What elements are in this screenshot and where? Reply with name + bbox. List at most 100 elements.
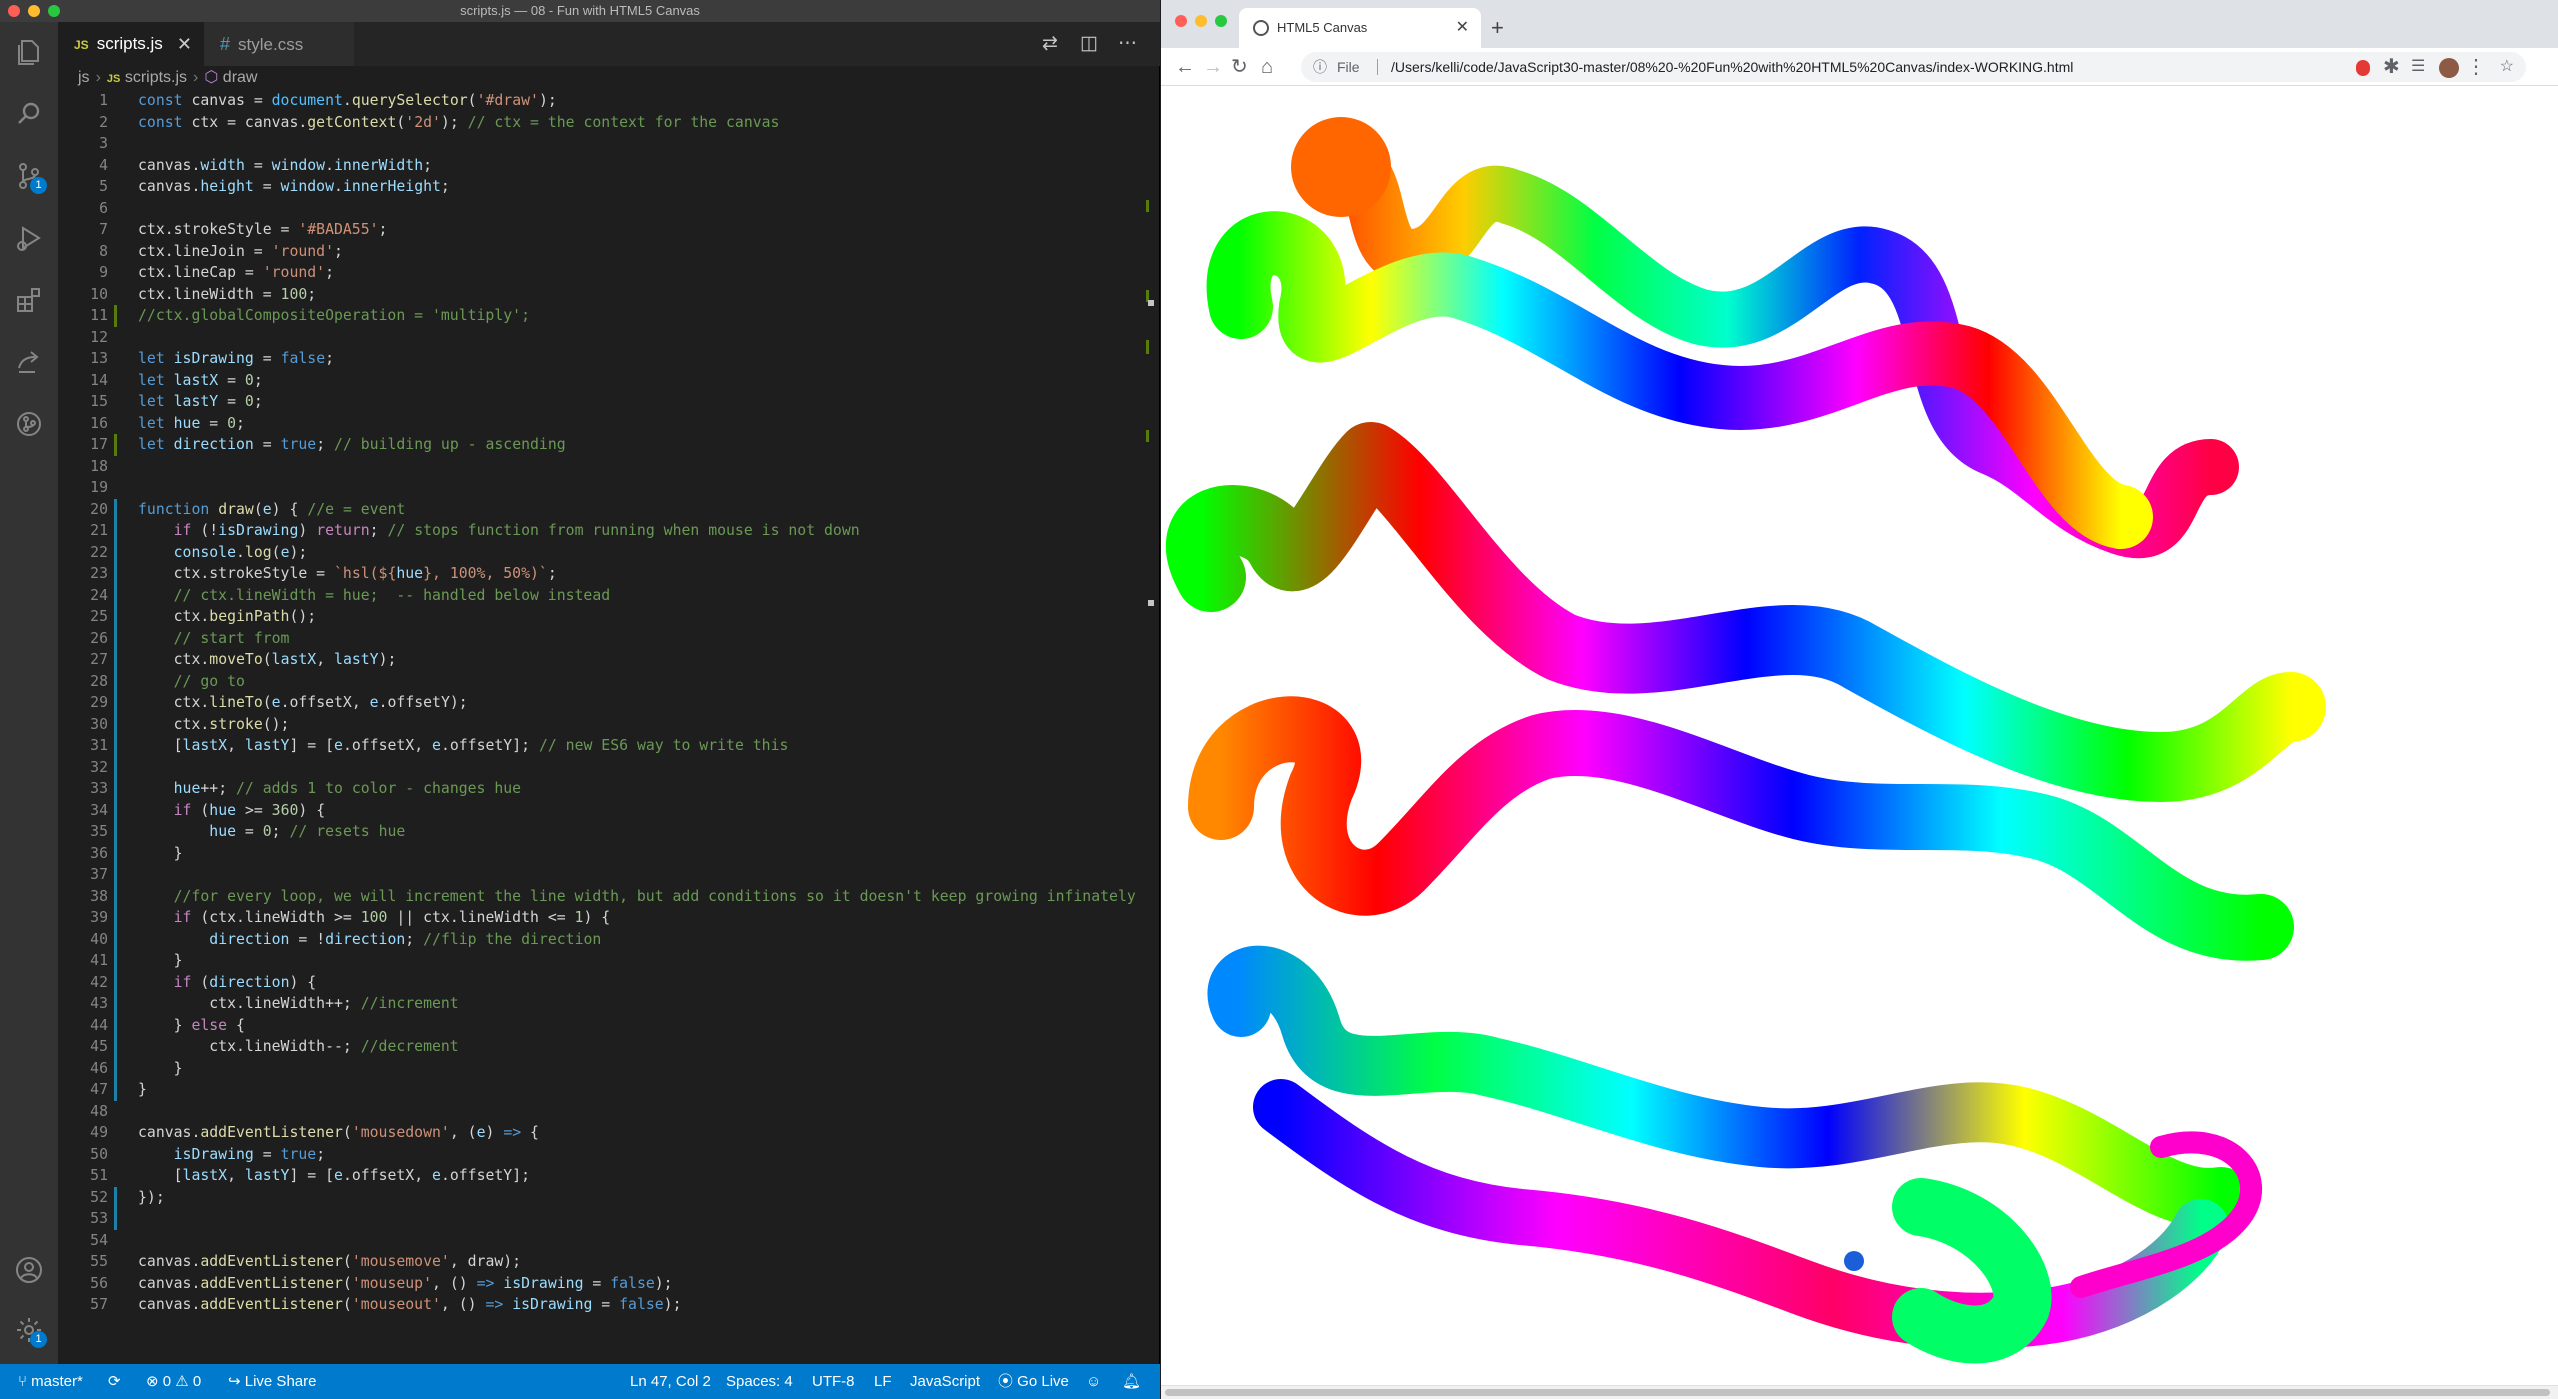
code-line[interactable]: 35 hue = 0; // resets hue <box>58 821 1148 843</box>
close-tab-icon[interactable]: ✕ <box>1456 8 1469 48</box>
gutter-change-marker[interactable] <box>114 713 117 735</box>
settings-gear-icon[interactable]: 1 <box>13 1314 47 1348</box>
code-line[interactable]: 31 [lastX, lastY] = [e.offsetX, e.offset… <box>58 735 1148 757</box>
back-icon[interactable]: ← <box>1175 48 1195 86</box>
code-line[interactable]: 44 } else { <box>58 1014 1148 1036</box>
gutter-change-marker[interactable] <box>114 993 117 1015</box>
close-tab-icon[interactable]: ✕ <box>177 22 192 66</box>
code-line[interactable]: 11 //ctx.globalCompositeOperation = 'mult… <box>58 305 1148 327</box>
open-changes-icon[interactable]: ⇄ <box>1042 22 1058 66</box>
go-live-button[interactable]: ⦿ Go Live <box>998 1364 1069 1399</box>
gutter-change-marker[interactable] <box>114 735 117 757</box>
language-mode[interactable]: JavaScript <box>910 1364 980 1399</box>
gutter-change-marker[interactable] <box>114 563 117 585</box>
scrollbar-thumb[interactable] <box>1165 1389 2550 1396</box>
code-line[interactable]: 54 <box>58 1230 1148 1252</box>
code-line[interactable]: 52}); <box>58 1186 1148 1208</box>
indentation[interactable]: Spaces: 4 <box>726 1364 793 1399</box>
code-line[interactable]: 6 <box>58 198 1148 220</box>
code-line[interactable]: 13 let isDrawing = false; <box>58 348 1148 370</box>
gutter-change-marker[interactable] <box>114 1079 117 1101</box>
gutter-change-marker[interactable] <box>114 950 117 972</box>
code-line[interactable]: 37 <box>58 864 1148 886</box>
accounts-icon[interactable] <box>13 1254 45 1286</box>
gutter-change-marker[interactable] <box>114 606 117 628</box>
gutter-change-marker[interactable] <box>114 799 117 821</box>
more-actions-icon[interactable]: ⋯ <box>1118 22 1137 66</box>
gutter-change-marker[interactable] <box>114 1208 117 1230</box>
problems-indicator[interactable]: ⊗ 0 ⚠ 0 <box>146 1364 201 1399</box>
maximize-window-button[interactable] <box>48 5 60 17</box>
code-line[interactable]: 15 let lastY = 0; <box>58 391 1148 413</box>
extensions-icon[interactable] <box>13 284 45 316</box>
gutter-change-marker[interactable] <box>114 821 117 843</box>
code-line[interactable]: 2 const ctx = canvas.getContext('2d'); //… <box>58 112 1148 134</box>
encoding[interactable]: UTF-8 <box>812 1364 855 1399</box>
run-debug-icon[interactable] <box>13 222 45 254</box>
gutter-change-marker[interactable] <box>114 1014 117 1036</box>
profile-avatar[interactable] <box>2439 48 2459 86</box>
code-line[interactable]: 40 direction = !direction; //flip the di… <box>58 928 1148 950</box>
maximize-window-button[interactable] <box>1215 15 1227 27</box>
code-line[interactable]: 51 [lastX, lastY] = [e.offsetX, e.offset… <box>58 1165 1148 1187</box>
code-line[interactable]: 9 ctx.lineCap = 'round'; <box>58 262 1148 284</box>
code-line[interactable]: 24 // ctx.lineWidth = hue; -- handled be… <box>58 584 1148 606</box>
code-line[interactable]: 22 console.log(e); <box>58 541 1148 563</box>
forward-icon[interactable]: → <box>1203 48 1223 86</box>
code-line[interactable]: 33 hue++; // adds 1 to color - changes h… <box>58 778 1148 800</box>
gutter-change-marker[interactable] <box>114 1186 117 1208</box>
breadcrumb-file[interactable]: scripts.js <box>125 69 187 86</box>
explorer-icon[interactable] <box>13 36 45 68</box>
branch-indicator[interactable]: ⑂ master* <box>18 1364 83 1399</box>
gutter-change-marker[interactable] <box>114 670 117 692</box>
source-control-icon[interactable]: 1 <box>13 160 47 194</box>
code-line[interactable]: 7 ctx.strokeStyle = '#BADA55'; <box>58 219 1148 241</box>
gutter-change-marker[interactable] <box>114 649 117 671</box>
code-line[interactable]: 57 canvas.addEventListener('mouseout', ()… <box>58 1294 1148 1316</box>
code-editor[interactable]: 1 const canvas = document.querySelector('… <box>58 90 1160 1364</box>
code-line[interactable]: 16 let hue = 0; <box>58 413 1148 435</box>
gitlens-icon[interactable] <box>13 408 45 440</box>
code-line[interactable]: 20 function draw(e) { //e = event <box>58 498 1148 520</box>
code-line[interactable]: 46 } <box>58 1057 1148 1079</box>
code-line[interactable]: 21 if (!isDrawing) return; // stops func… <box>58 520 1148 542</box>
code-line[interactable]: 17 let direction = true; // building up -… <box>58 434 1148 456</box>
code-line[interactable]: 41 } <box>58 950 1148 972</box>
breadcrumb-symbol[interactable]: draw <box>223 69 258 86</box>
code-line[interactable]: 32 <box>58 756 1148 778</box>
code-line[interactable]: 49 canvas.addEventListener('mousedown', (… <box>58 1122 1148 1144</box>
code-line[interactable]: 42 if (direction) { <box>58 971 1148 993</box>
breadcrumb-folder[interactable]: js <box>78 69 90 86</box>
code-line[interactable]: 10 ctx.lineWidth = 100; <box>58 284 1148 306</box>
gutter-change-marker[interactable] <box>114 541 117 563</box>
gutter-change-marker[interactable] <box>114 305 117 327</box>
reading-list-icon[interactable]: ☰ <box>2411 48 2425 86</box>
code-line[interactable]: 8 ctx.lineJoin = 'round'; <box>58 241 1148 263</box>
code-line[interactable]: 56 canvas.addEventListener('mouseup', () … <box>58 1273 1148 1295</box>
home-icon[interactable]: ⌂ <box>1261 48 1273 86</box>
code-line[interactable]: 34 if (hue >= 360) { <box>58 799 1148 821</box>
minimize-window-button[interactable] <box>1195 15 1207 27</box>
code-line[interactable]: 18 <box>58 456 1148 478</box>
code-line[interactable]: 39 if (ctx.lineWidth >= 100 || ctx.lineW… <box>58 907 1148 929</box>
page-viewport[interactable] <box>1161 87 2558 1385</box>
info-icon[interactable]: ⓘ <box>1313 52 1327 82</box>
minimize-window-button[interactable] <box>28 5 40 17</box>
code-line[interactable]: 29 ctx.lineTo(e.offsetX, e.offsetY); <box>58 692 1148 714</box>
gutter-change-marker[interactable] <box>114 864 117 886</box>
code-line[interactable]: 14 let lastX = 0; <box>58 370 1148 392</box>
feedback-icon[interactable]: ☺ <box>1086 1364 1101 1399</box>
address-bar[interactable]: ⓘ File /Users/kelli/code/JavaScript30-ma… <box>1301 52 2526 82</box>
code-line[interactable]: 12 <box>58 327 1148 349</box>
code-line[interactable]: 45 ctx.lineWidth--; //decrement <box>58 1036 1148 1058</box>
gutter-change-marker[interactable] <box>114 498 117 520</box>
gutter-change-marker[interactable] <box>114 842 117 864</box>
close-window-button[interactable] <box>8 5 20 17</box>
url-text[interactable]: /Users/kelli/code/JavaScript30-master/08… <box>1391 52 2073 82</box>
code-line[interactable]: 28 // go to <box>58 670 1148 692</box>
code-line[interactable]: 5 canvas.height = window.innerHeight; <box>58 176 1148 198</box>
gutter-change-marker[interactable] <box>114 1036 117 1058</box>
code-line[interactable]: 48 <box>58 1101 1148 1123</box>
extension-icon[interactable] <box>2356 48 2370 86</box>
gutter-change-marker[interactable] <box>114 627 117 649</box>
